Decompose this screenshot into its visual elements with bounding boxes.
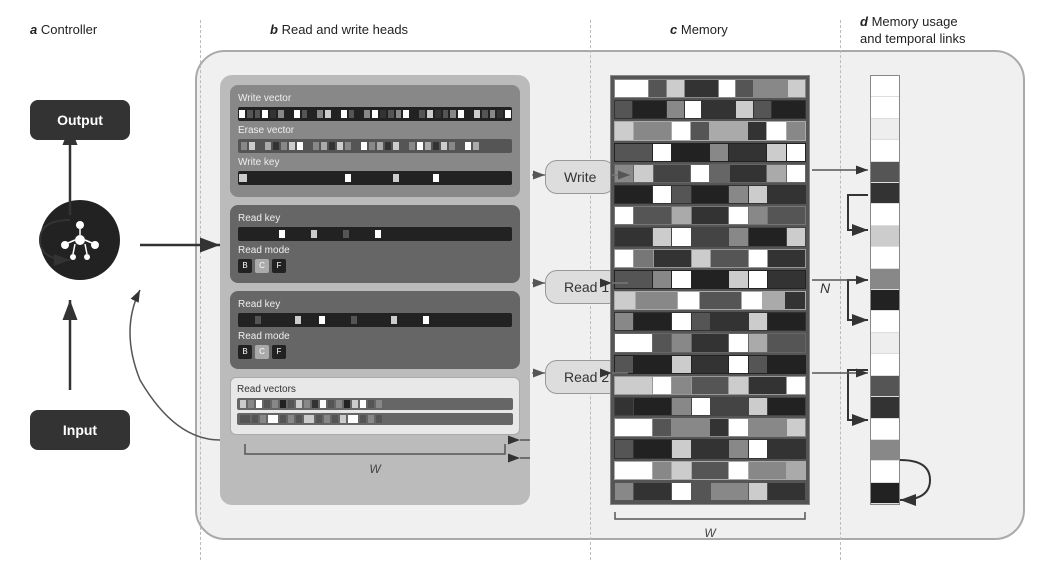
erase-vector-label: Erase vector	[238, 125, 512, 136]
usage-cell-9	[871, 247, 899, 268]
read-head-2-group: Read key	[230, 291, 520, 369]
write-button: Write	[545, 160, 615, 194]
w-bracket-memory	[610, 507, 810, 523]
mode-b-1: B	[238, 259, 252, 273]
write-head-group: Write vector	[230, 85, 520, 197]
usage-cell-2	[871, 97, 899, 118]
separator-a-b	[200, 20, 201, 560]
section-b-label: b Read and write heads	[270, 22, 408, 37]
usage-cell-6	[871, 183, 899, 204]
w-bracket	[235, 439, 515, 459]
read-vectors-group: Read vectors	[230, 377, 520, 435]
usage-cell-11	[871, 290, 899, 311]
read-vector-1	[237, 398, 513, 410]
mem-usage-strip	[870, 75, 900, 505]
usage-cell-19	[871, 461, 899, 482]
usage-cell-15	[871, 376, 899, 397]
write-key-label: Write key	[238, 157, 512, 168]
read-mode-2-label: Read mode	[238, 331, 512, 342]
usage-cell-16	[871, 397, 899, 418]
usage-cell-18	[871, 440, 899, 461]
read-vectors-label: Read vectors	[237, 384, 513, 395]
read-key-2-strip	[238, 313, 512, 327]
read-mode-1-label: Read mode	[238, 245, 512, 256]
mode-f-1: F	[272, 259, 286, 273]
diagram-container: a Controller b Read and write heads c Me…	[0, 0, 1044, 575]
read-key-1-label: Read key	[238, 213, 512, 224]
usage-cell-1	[871, 76, 899, 97]
w-label-heads: W	[230, 462, 520, 476]
usage-cell-3	[871, 119, 899, 140]
controller-section: Output Input	[10, 20, 170, 555]
usage-cell-17	[871, 419, 899, 440]
input-box: Input	[30, 410, 130, 450]
usage-cell-10	[871, 269, 899, 290]
mode-f-2: F	[272, 345, 286, 359]
separator-c-d	[840, 20, 841, 560]
write-vector-label: Write vector	[238, 93, 512, 104]
controller-circle	[40, 200, 120, 280]
memory-panel: W	[610, 75, 810, 505]
output-box: Output	[30, 100, 130, 140]
rw-heads-panel: Write vector	[220, 75, 530, 505]
usage-cell-5	[871, 162, 899, 183]
section-c-label: c Memory	[670, 22, 728, 37]
read-head-1-group: Read key	[230, 205, 520, 283]
read-key-1-strip	[238, 227, 512, 241]
mode-c-2: C	[255, 345, 269, 359]
read-key-2-label: Read key	[238, 299, 512, 310]
usage-cell-8	[871, 226, 899, 247]
usage-cell-4	[871, 140, 899, 161]
write-key-strip	[238, 171, 512, 185]
write-vector-strip	[238, 107, 512, 121]
mem-usage-panel	[870, 75, 900, 505]
usage-cell-13	[871, 333, 899, 354]
usage-cell-7	[871, 204, 899, 225]
usage-cell-12	[871, 311, 899, 332]
usage-cell-14	[871, 354, 899, 375]
memory-grid	[610, 75, 810, 505]
mode-c-1: C	[255, 259, 269, 273]
mode-b-2: B	[238, 345, 252, 359]
erase-vector-strip	[238, 139, 512, 153]
section-d-label: d Memory usage and temporal links	[860, 14, 1040, 48]
n-label: N	[820, 280, 830, 296]
w-label-memory: W	[610, 526, 810, 540]
read-vector-2	[237, 413, 513, 425]
usage-cell-20	[871, 483, 899, 504]
